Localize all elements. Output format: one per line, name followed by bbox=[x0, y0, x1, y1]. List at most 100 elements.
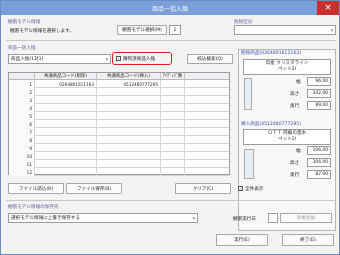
table-row[interactable]: 9 bbox=[9, 144, 229, 152]
row-number: 10 bbox=[9, 152, 35, 160]
qty-cell[interactable] bbox=[161, 144, 185, 152]
insert-code-cell[interactable] bbox=[97, 152, 161, 160]
close-button[interactable]: × bbox=[317, 1, 339, 15]
qty-cell[interactable] bbox=[161, 152, 185, 160]
exit-button[interactable]: 終了(E) bbox=[282, 234, 334, 246]
clear-button[interactable]: クリア(C) bbox=[175, 183, 231, 194]
table-row[interactable]: 3 bbox=[9, 96, 229, 104]
qty-cell[interactable] bbox=[161, 120, 185, 128]
inserted-width-label: 幅 bbox=[296, 149, 301, 154]
delete-category-select[interactable]: ▾ bbox=[234, 25, 336, 35]
delete-code-cell[interactable] bbox=[35, 144, 97, 152]
save-mode-select[interactable]: 選択モデル情報に上書き保存する ▾ bbox=[8, 213, 198, 223]
inserted-product-name: ＯＴＴ 阿蘇の雲水 ペット2l bbox=[243, 129, 331, 145]
grid-header-delete-code: 共通商品コード(削除) bbox=[35, 73, 97, 80]
table-row[interactable]: 8 bbox=[9, 136, 229, 144]
add-new-button[interactable]: 新規追加 bbox=[280, 213, 332, 223]
delete-code-cell[interactable] bbox=[35, 104, 97, 112]
delete-code-cell[interactable] bbox=[35, 160, 97, 168]
qty-cell[interactable] bbox=[161, 128, 185, 136]
swap-checkbox[interactable]: ✓ bbox=[116, 56, 121, 61]
products-section-label: 商品一括入換 bbox=[8, 46, 36, 51]
deleted-height-field: 342.00 bbox=[307, 89, 331, 98]
qty-cell[interactable] bbox=[161, 88, 185, 96]
insert-code-cell[interactable] bbox=[97, 112, 161, 120]
inserted-depth-field: 87.00 bbox=[307, 170, 331, 179]
shelf-model-description: 棚割モデル情報を選択します。 bbox=[10, 29, 74, 34]
filter-search-button[interactable]: 絞込検索(Q) bbox=[187, 54, 233, 64]
row-number: 4 bbox=[9, 104, 35, 112]
delete-code-cell[interactable]: 0264801611163 bbox=[35, 80, 97, 88]
qty-cell[interactable] bbox=[161, 104, 185, 112]
check-icon: ✓ bbox=[117, 56, 121, 61]
delete-code-cell[interactable] bbox=[35, 120, 97, 128]
delete-code-cell[interactable] bbox=[35, 88, 97, 96]
table-row[interactable]: 2 bbox=[9, 88, 229, 96]
table-row[interactable]: 4 bbox=[9, 104, 229, 112]
show-all-checkbox[interactable]: ✓ bbox=[238, 186, 243, 191]
qty-cell[interactable] bbox=[161, 96, 185, 104]
blank-cell[interactable] bbox=[185, 152, 229, 160]
table-row[interactable]: 5 bbox=[9, 112, 229, 120]
blank-cell[interactable] bbox=[185, 96, 229, 104]
insert-code-cell[interactable] bbox=[97, 168, 161, 176]
qty-cell[interactable] bbox=[161, 112, 185, 120]
blank-cell[interactable] bbox=[185, 144, 229, 152]
product-grid[interactable]: 共通商品コード(削除) 共通商品コード(挿入) ｱｲﾃﾞｨﾂﾞ数 1 026480… bbox=[8, 72, 230, 176]
insert-code-cell[interactable] bbox=[97, 88, 161, 96]
row-number: 8 bbox=[9, 136, 35, 144]
qty-cell[interactable] bbox=[161, 80, 185, 88]
qty-cell[interactable] bbox=[161, 136, 185, 144]
table-row[interactable]: 11 bbox=[9, 160, 229, 168]
table-row[interactable]: 1 0264801611163 4512480777295 bbox=[9, 80, 229, 88]
insert-code-cell[interactable] bbox=[97, 104, 161, 112]
blank-cell[interactable] bbox=[185, 160, 229, 168]
close-icon: × bbox=[324, 3, 332, 13]
blank-cell[interactable] bbox=[185, 136, 229, 144]
file-load-button[interactable]: ファイル読込(R) bbox=[8, 183, 64, 194]
qty-cell[interactable] bbox=[161, 168, 185, 176]
dialog-window: 商品一括入換 × 棚割モデル情報 棚割モデル情報を選択します。 棚割モデル選択(… bbox=[0, 0, 340, 255]
inserted-product-image bbox=[244, 149, 254, 179]
execute-button[interactable]: 実行(E) bbox=[216, 234, 268, 246]
file-save-button[interactable]: ファイル保存(B) bbox=[66, 183, 122, 194]
grid-header-qty: ｱｲﾃﾞｨﾂﾞ数 bbox=[161, 73, 185, 80]
insert-code-cell[interactable] bbox=[97, 128, 161, 136]
table-row[interactable]: 6 bbox=[9, 120, 229, 128]
update-date-field[interactable] bbox=[268, 213, 278, 223]
deleted-product-name: 伝産 クリスタライン ペット2l bbox=[243, 59, 331, 75]
blank-cell[interactable] bbox=[185, 80, 229, 88]
deleted-product-title: 削除商品(0264801611163) bbox=[241, 51, 301, 56]
delete-code-cell[interactable] bbox=[35, 96, 97, 104]
delete-code-cell[interactable] bbox=[35, 112, 97, 120]
qty-cell[interactable] bbox=[161, 160, 185, 168]
insert-code-cell[interactable] bbox=[97, 160, 161, 168]
show-all-label: 全件表示 bbox=[245, 187, 264, 192]
blank-cell[interactable] bbox=[185, 128, 229, 136]
blank-cell[interactable] bbox=[185, 104, 229, 112]
insert-code-cell[interactable] bbox=[97, 144, 161, 152]
table-row[interactable]: 7 bbox=[9, 128, 229, 136]
mode-value: 商品入換(1対1) bbox=[11, 57, 44, 62]
save-section-label: 棚割モデル情報の保存先 bbox=[8, 205, 59, 210]
insert-code-cell[interactable] bbox=[97, 96, 161, 104]
mode-select[interactable]: 商品入換(1対1) ▾ bbox=[8, 54, 111, 64]
insert-code-cell[interactable]: 4512480777295 bbox=[97, 80, 161, 88]
blank-cell[interactable] bbox=[185, 112, 229, 120]
blank-cell[interactable] bbox=[185, 88, 229, 96]
grid-header-insert-code: 共通商品コード(挿入) bbox=[97, 73, 161, 80]
delete-code-cell[interactable] bbox=[35, 168, 97, 176]
insert-code-cell[interactable] bbox=[97, 136, 161, 144]
blank-cell[interactable] bbox=[185, 168, 229, 176]
delete-code-cell[interactable] bbox=[35, 128, 97, 136]
insert-code-cell[interactable] bbox=[97, 120, 161, 128]
delete-code-cell[interactable] bbox=[35, 152, 97, 160]
deleted-height-label: 高さ bbox=[290, 92, 300, 97]
blank-cell[interactable] bbox=[185, 120, 229, 128]
row-number: 6 bbox=[9, 120, 35, 128]
inserted-width-field: 106.00 bbox=[307, 146, 331, 155]
table-row[interactable]: 12 bbox=[9, 168, 229, 176]
table-row[interactable]: 10 bbox=[9, 152, 229, 160]
delete-code-cell[interactable] bbox=[35, 136, 97, 144]
shelf-model-select-button[interactable]: 棚割モデル選択(M) bbox=[117, 25, 167, 35]
